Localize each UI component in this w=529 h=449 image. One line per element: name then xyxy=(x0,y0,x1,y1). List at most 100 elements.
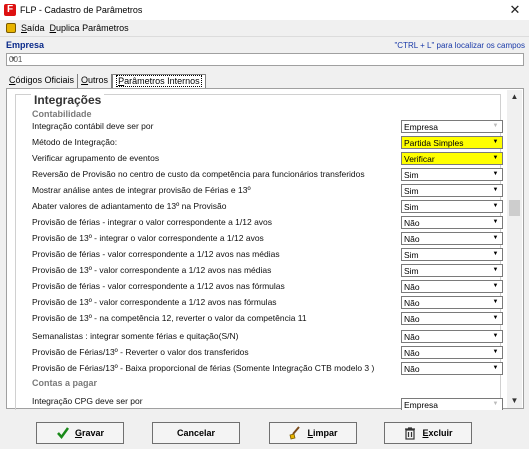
group-label-contas-a-pagar: Contas a pagar xyxy=(32,378,98,388)
checkmark-icon xyxy=(57,427,69,440)
parameter-select[interactable]: Não ▼ xyxy=(401,216,503,229)
parameter-row: Provisão de 13º - integrar o valor corre… xyxy=(32,232,507,246)
parameter-value: Não xyxy=(404,298,420,308)
parameter-label: Provisão de férias - integrar o valor co… xyxy=(32,217,273,227)
parameter-value: Não xyxy=(404,234,420,244)
chevron-down-icon[interactable]: ▼ xyxy=(490,314,501,323)
parameter-label: Provisão de Férias/13º - Baixa proporcio… xyxy=(32,363,375,373)
parameter-select[interactable]: Não ▼ xyxy=(401,232,503,245)
chevron-down-icon[interactable]: ▼ xyxy=(490,250,501,259)
parameter-value: Sim xyxy=(404,170,419,180)
parameter-value: Não xyxy=(404,332,420,342)
parameter-select[interactable]: Sim ▼ xyxy=(401,168,503,181)
chevron-down-icon[interactable]: ▼ xyxy=(490,170,501,179)
parameter-select[interactable]: Sim ▼ xyxy=(401,264,503,277)
scroll-down-icon[interactable]: ▼ xyxy=(507,394,522,408)
parameter-value: Sim xyxy=(404,186,419,196)
parameter-row: Verificar agrupamento de eventos Verifica… xyxy=(32,152,507,166)
parameter-select[interactable]: Não ▼ xyxy=(401,362,503,375)
app-logo-icon: F xyxy=(4,4,16,16)
chevron-down-icon[interactable]: ▼ xyxy=(490,298,501,307)
chevron-down-icon[interactable]: ▼ xyxy=(490,154,501,163)
parameter-row: Provisão de Férias/13º - Baixa proporcio… xyxy=(32,362,507,376)
parameter-select[interactable]: Verificar ▼ xyxy=(401,152,503,165)
chevron-down-icon[interactable]: ▼ xyxy=(490,364,501,373)
chevron-down-icon[interactable]: ▼ xyxy=(9,55,18,64)
parameter-select[interactable]: Sim ▼ xyxy=(401,184,503,197)
parameter-value: Não xyxy=(404,282,420,292)
parameter-select[interactable]: Sim ▼ xyxy=(401,248,503,261)
parameter-value: Não xyxy=(404,218,420,228)
parameter-select[interactable]: Não ▼ xyxy=(401,330,503,343)
scroll-up-icon[interactable]: ▲ xyxy=(507,90,522,104)
chevron-down-icon[interactable]: ▼ xyxy=(490,138,501,147)
parameter-row: Provisão de férias - valor correspondent… xyxy=(32,248,507,262)
parameter-value: Empresa xyxy=(404,400,439,410)
chevron-down-icon[interactable]: ▼ xyxy=(490,266,501,275)
excluir-button[interactable]: Excluir xyxy=(384,422,472,444)
vertical-scrollbar[interactable]: ▲ ▼ xyxy=(507,90,522,408)
parameter-row: Provisão de Férias/13º - Reverter o valo… xyxy=(32,346,507,360)
tab-codigos-oficiais[interactable]: Códigos Oficiais xyxy=(6,74,79,88)
gravar-button[interactable]: Gravar xyxy=(36,422,124,444)
close-icon[interactable]: ✕ xyxy=(507,2,523,18)
parameter-select[interactable]: Não ▼ xyxy=(401,296,503,309)
tab-outros[interactable]: Outros xyxy=(78,74,113,88)
window-title: FLP - Cadastro de Parâmetros xyxy=(20,5,143,15)
parameters-panel: Integrações Contabilidade Integração con… xyxy=(6,88,524,411)
group-label-contabilidade: Contabilidade xyxy=(32,109,92,119)
chevron-down-icon[interactable]: ▼ xyxy=(490,218,501,227)
section-title: Integrações xyxy=(31,93,105,107)
parameter-value: Empresa xyxy=(404,122,439,132)
parameter-label: Integração CPG deve ser por xyxy=(32,396,143,406)
chevron-down-icon[interactable]: ▼ xyxy=(490,234,501,243)
chevron-down-icon[interactable]: ▼ xyxy=(490,348,501,357)
parameter-row: Reversão de Provisão no centro de custo … xyxy=(32,168,507,182)
parameter-select[interactable]: Não ▼ xyxy=(401,280,503,293)
tab-bar: Códigos Oficiais Outros Parâmetros Inter… xyxy=(6,72,206,88)
parameter-row: Semanalistas : integrar somente férias e… xyxy=(32,330,507,344)
parameter-label: Verificar agrupamento de eventos xyxy=(32,153,160,163)
parameter-row: Método de Integração: Partida Simples ▼ xyxy=(32,136,507,150)
chevron-down-icon[interactable]: ▼ xyxy=(490,282,501,291)
menu-bar: Saída Duplica Parâmetros xyxy=(0,20,529,37)
parameter-label: Provisão de Férias/13º - Reverter o valo… xyxy=(32,347,249,357)
chevron-down-icon[interactable]: ▼ xyxy=(490,122,501,131)
parameter-label: Provisão de férias - valor correspondent… xyxy=(32,249,280,259)
scroll-thumb[interactable] xyxy=(509,200,520,216)
tab-parametros-internos[interactable]: Parâmetros Internos xyxy=(112,74,206,88)
parameter-label: Método de Integração: xyxy=(32,137,118,147)
empresa-header: Empresa "CTRL + L" para localizar os cam… xyxy=(0,39,529,51)
chevron-down-icon[interactable]: ▼ xyxy=(490,202,501,211)
chevron-down-icon[interactable]: ▼ xyxy=(490,332,501,341)
parameter-label: Provisão de 13º - valor correspondente a… xyxy=(32,265,272,275)
title-bar: F FLP - Cadastro de Parâmetros ✕ xyxy=(0,0,529,20)
cancelar-button[interactable]: Cancelar xyxy=(152,422,240,444)
broom-icon xyxy=(289,426,301,440)
parameter-value: Verificar xyxy=(404,154,435,164)
lock-icon xyxy=(6,23,16,33)
empresa-select[interactable]: 001 ▼ xyxy=(6,53,524,66)
parameter-label: Integração contábil deve ser por xyxy=(32,121,154,131)
parameter-select[interactable]: Sim ▼ xyxy=(401,200,503,213)
chevron-down-icon[interactable]: ▼ xyxy=(490,186,501,195)
limpar-button[interactable]: Limpar xyxy=(269,422,357,444)
parameter-row: Provisão de férias - integrar o valor co… xyxy=(32,216,507,230)
menu-item-duplica-parametros[interactable]: Duplica Parâmetros xyxy=(50,23,129,33)
menu-item-saida[interactable]: Saída xyxy=(21,23,45,33)
trash-icon xyxy=(405,427,416,440)
parameter-select[interactable]: Não ▼ xyxy=(401,312,503,325)
parameter-label: Semanalistas : integrar somente férias e… xyxy=(32,331,239,341)
parameter-label: Provisão de 13º - integrar o valor corre… xyxy=(32,233,264,243)
chevron-down-icon[interactable]: ▼ xyxy=(490,400,501,409)
parameter-select[interactable]: Partida Simples ▼ xyxy=(401,136,503,149)
parameter-label: Abater valores de adiantamento de 13º na… xyxy=(32,201,227,211)
parameter-row: Abater valores de adiantamento de 13º na… xyxy=(32,200,507,214)
parameter-row: Mostrar análise antes de integrar provis… xyxy=(32,184,507,198)
parameter-label: Reversão de Provisão no centro de custo … xyxy=(32,169,365,179)
parameter-select[interactable]: Empresa ▼ xyxy=(401,120,503,133)
parameter-label: Provisão de férias - valor correspondent… xyxy=(32,281,285,291)
parameter-select[interactable]: Não ▼ xyxy=(401,346,503,359)
footer-bar: Gravar Cancelar Limpar Excluir xyxy=(0,410,529,449)
parameter-value: Partida Simples xyxy=(404,138,464,148)
